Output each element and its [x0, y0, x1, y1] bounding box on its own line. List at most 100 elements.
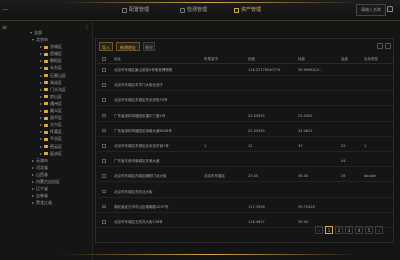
row-checkbox[interactable]	[102, 159, 106, 163]
tree-item[interactable]: 朝阳区	[40, 58, 62, 64]
pager-prev-icon[interactable]: ‹	[315, 226, 323, 234]
row-checkbox[interactable]	[102, 204, 106, 209]
chevron-right-icon	[40, 46, 42, 49]
tree-item-label: 平谷区	[50, 136, 62, 142]
table-row[interactable]: 北京市东城区东城区北京站东街1号 1 12 33 22 1	[98, 141, 394, 152]
tree-item[interactable]: 密云区	[40, 144, 62, 150]
row-checkbox[interactable]	[102, 83, 106, 87]
settings-icon[interactable]	[385, 43, 391, 49]
tree-item[interactable]: 通州区	[40, 101, 62, 107]
col-longitude: 经度	[248, 57, 255, 61]
tree-item[interactable]: 石景山区	[40, 73, 66, 79]
tree-item[interactable]: 门头沟区	[40, 87, 66, 93]
table-row[interactable]: 北京市东城区东四北大街	[98, 187, 394, 198]
row-checkbox[interactable]	[102, 113, 106, 118]
tree-item-label: 石景山区	[50, 72, 66, 78]
row-checkbox[interactable]	[102, 98, 106, 102]
table-row[interactable]: 广东省深圳市福田区深南大道6008号 22.54545 34.4612	[98, 126, 394, 137]
tree-item-label: 门头沟区	[50, 86, 66, 92]
folder-icon	[44, 109, 48, 113]
table-row[interactable]: 北京市东城区东华门大街北池子	[98, 80, 394, 92]
tree-item-label: 西城区	[50, 51, 62, 57]
chevron-right-icon	[40, 117, 42, 120]
chevron-right-icon	[32, 159, 34, 162]
table-row[interactable]: 广东省深圳市福田区福中三路1号 22.54555 23.5452	[98, 111, 394, 122]
col-province: 所属省市	[204, 57, 218, 61]
tree-item[interactable]: 延庆区	[40, 151, 62, 157]
table-cell: 12	[248, 144, 253, 148]
table-cell: 116.22776540774	[248, 68, 281, 72]
sidebar-menu-icon[interactable]: ⋮	[84, 24, 90, 31]
folder-icon	[44, 66, 48, 70]
tree-item[interactable]: 平谷区	[40, 136, 62, 142]
pager-page[interactable]: 2	[335, 226, 343, 234]
tree-item[interactable]: 东城区	[40, 44, 62, 50]
add-address-button[interactable]: 新增地址	[116, 42, 140, 51]
tree-item[interactable]: 内蒙古自治区	[32, 179, 60, 185]
pager-page[interactable]: 1	[325, 226, 333, 234]
row-checkbox[interactable]	[102, 174, 106, 178]
tree-item[interactable]: 大兴区	[40, 122, 62, 128]
row-checkbox[interactable]	[102, 189, 106, 194]
row-checkbox[interactable]	[102, 128, 106, 133]
region-tree-sidebar: ≡ ⋮ 全部 北京市东城区 西城区 朝阳区 丰台区 石景山区海淀区 门头沟区房山区 通州区顺…	[0, 22, 93, 260]
tree-item[interactable]: 海淀区	[40, 80, 62, 86]
tree-item[interactable]: 吉林省	[32, 193, 48, 199]
tree-item[interactable]: 怀柔区	[40, 129, 62, 135]
tree-item[interactable]: 昌平区	[40, 115, 62, 121]
nav-detect[interactable]: 检测管理	[180, 5, 207, 16]
table-cell: 北京市东城区内城区朝阳门北大街	[114, 174, 167, 179]
table-cell: 116.4637	[248, 220, 265, 224]
table-row[interactable]: 北京市东城区内城区朝阳门北大街 北京市东城区 23.45 36.45 26 double	[98, 171, 394, 183]
table-row[interactable]: 北京市东城区景山前街4号故宫博物院 116.22776540774 39.99964…	[98, 65, 394, 76]
chevron-down-icon	[30, 32, 32, 34]
table-row[interactable]: 北京市东城区东城区东长安街33号	[98, 95, 394, 107]
nav-assets[interactable]: 资产管理	[234, 5, 261, 16]
tree-item[interactable]: 丰台区	[40, 65, 62, 71]
tree-item[interactable]: 天津市	[32, 158, 48, 164]
pager-page[interactable]: 5	[365, 226, 373, 234]
pager-next-icon[interactable]: ›	[375, 226, 383, 234]
delete-button[interactable]: 删除	[143, 42, 155, 51]
tree-item[interactable]: 北京市	[32, 37, 48, 43]
tree-item[interactable]: 黑龙江省	[32, 200, 52, 206]
chevron-right-icon	[40, 152, 42, 155]
table-row[interactable]: 湖北省武汉市洪山区珞喻路1037号 117.3556 39.75426	[98, 202, 394, 213]
tree-item[interactable]: 辽宁省	[32, 186, 48, 192]
tree-item[interactable]: 房山区	[40, 94, 62, 100]
col-coord-type: 坐标类型	[364, 57, 378, 61]
table-cell: 39.75426	[298, 204, 315, 209]
header-search-input[interactable]: 请输入名称	[356, 4, 386, 16]
chevron-right-icon	[40, 53, 42, 56]
main-panel: 导入 新增地址 删除 地址 所属省市 经度 纬度 高度 坐标类型 北京市东城区景…	[95, 38, 394, 243]
pager-page[interactable]: 3	[345, 226, 353, 234]
nav-config[interactable]: 配置管理	[122, 5, 149, 16]
tree-item[interactable]: 河北省	[32, 165, 48, 171]
tree-item[interactable]: 西城区	[40, 51, 62, 57]
tree-item[interactable]: 山西省	[32, 172, 48, 178]
chevron-right-icon	[40, 74, 42, 77]
tree-item[interactable]: 顺义区	[40, 108, 62, 114]
table-cell: 北京市东城区景山前街4号故宫博物院	[114, 68, 173, 72]
collapse-icon[interactable]: ≡	[2, 24, 7, 31]
tree-item-label: 北京市	[36, 37, 48, 42]
tree-root[interactable]: 全部	[30, 30, 42, 36]
row-checkbox[interactable]	[102, 144, 106, 148]
tree-item-label: 通州区	[50, 100, 62, 106]
folder-icon	[44, 130, 48, 134]
row-checkbox[interactable]	[102, 220, 106, 224]
pager-page[interactable]: 4	[355, 226, 363, 234]
row-checkbox[interactable]	[102, 68, 106, 72]
select-all-checkbox[interactable]	[102, 57, 106, 61]
bell-icon[interactable]	[387, 6, 393, 12]
folder-icon	[44, 81, 48, 85]
tree-item-label: 山西省	[36, 171, 48, 177]
refresh-icon[interactable]	[377, 43, 383, 49]
tree-item-label: 辽宁省	[36, 186, 48, 192]
import-button[interactable]: 导入	[99, 42, 113, 51]
folder-icon	[44, 74, 48, 77]
folder-icon	[44, 59, 48, 63]
folder-icon	[44, 88, 48, 92]
chevron-right-icon	[40, 102, 42, 105]
table-row[interactable]: 广东省东莞市南城区东莞大道 44	[98, 156, 394, 168]
